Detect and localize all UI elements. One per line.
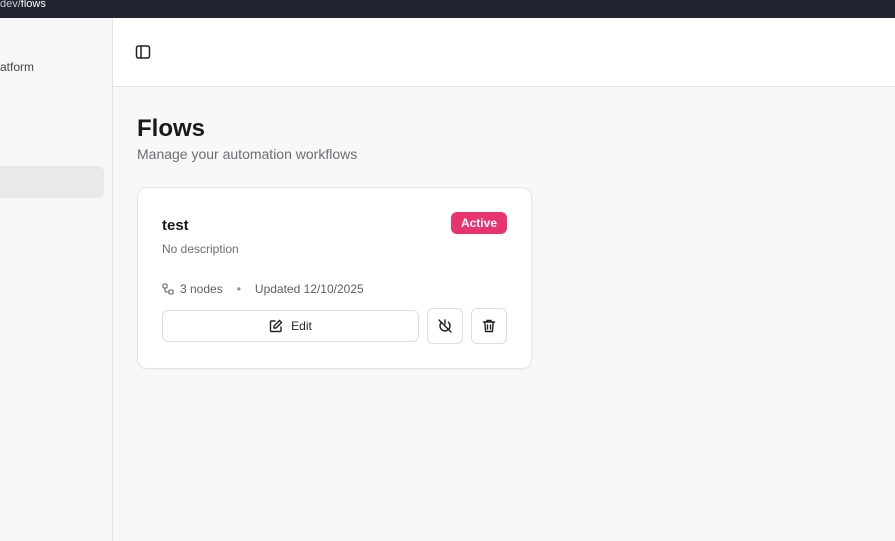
flow-card: test Active No description 3 nodes • Upd… [137, 187, 532, 369]
delete-button[interactable] [471, 308, 507, 344]
edit-icon [269, 319, 283, 333]
status-badge: Active [450, 212, 507, 234]
flow-description: No description [162, 242, 239, 256]
updated-date: Updated 12/10/2025 [254, 282, 364, 296]
flow-meta: 3 nodes • Updated 12/10/2025 [162, 282, 364, 296]
panel-left-icon [135, 45, 151, 59]
edit-button[interactable]: Edit [162, 310, 419, 342]
edit-button-label: Edit [291, 319, 312, 333]
browser-url-bar[interactable]: dev/flows [0, 0, 895, 18]
page-subtitle: Manage your automation workflows [137, 146, 358, 162]
deactivate-button[interactable] [427, 308, 463, 344]
meta-separator: • [236, 282, 241, 296]
sidebar-brand-text: atform [0, 60, 35, 74]
main-content: Flows Manage your automation workflows t… [113, 87, 895, 541]
sidebar-toggle-button[interactable] [133, 42, 153, 62]
url-prefix: dev/ [0, 0, 21, 10]
url-path: flows [20, 0, 46, 10]
sidebar: atform [0, 18, 113, 541]
workflow-icon [162, 283, 174, 295]
trash-icon [482, 319, 496, 333]
power-off-icon [438, 319, 452, 333]
page-title: Flows [137, 115, 206, 142]
top-header [113, 18, 895, 87]
sidebar-item-active[interactable] [0, 166, 104, 198]
flow-name: test [162, 217, 189, 234]
node-count: 3 nodes [180, 282, 223, 296]
